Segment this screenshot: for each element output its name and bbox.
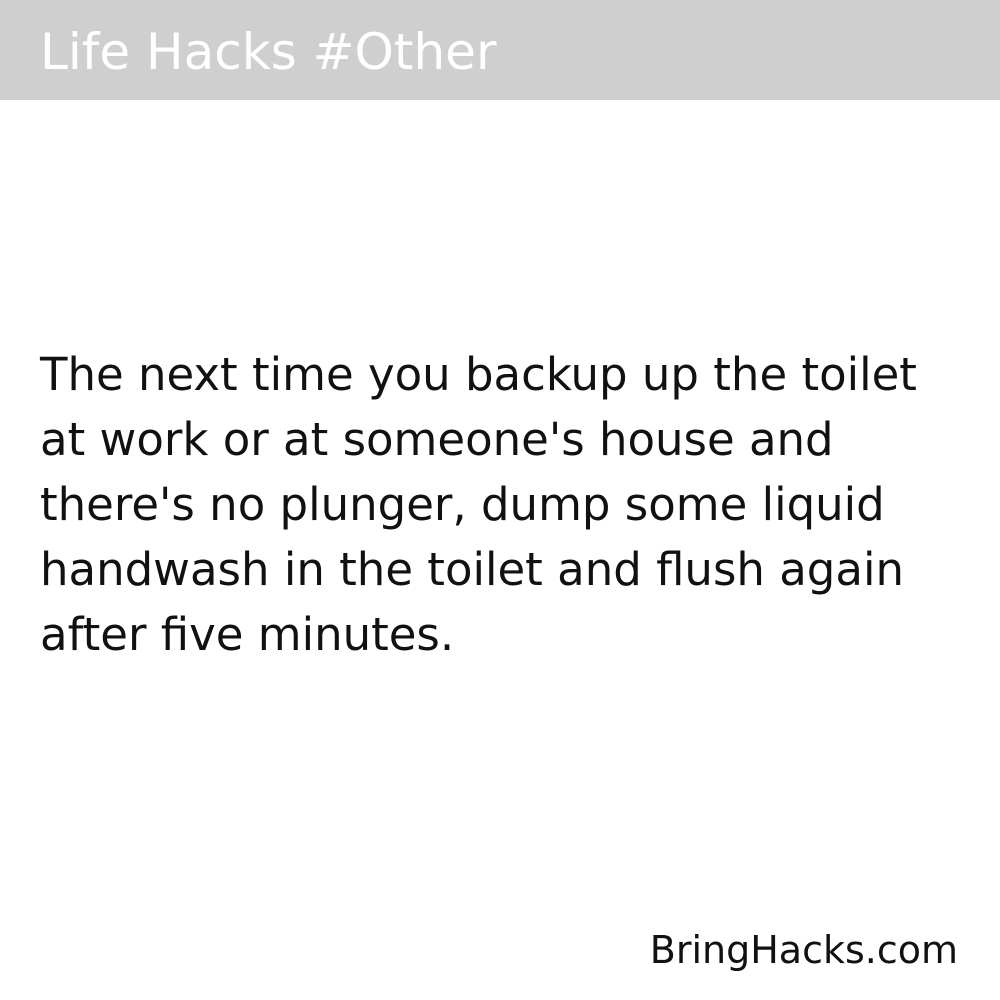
header-bar: Life Hacks #Other (0, 0, 1000, 100)
life-hack-text: The next time you backup up the toilet a… (40, 348, 917, 661)
page-title: Life Hacks #Other (40, 23, 497, 81)
site-watermark: BringHacks.com (649, 928, 958, 972)
